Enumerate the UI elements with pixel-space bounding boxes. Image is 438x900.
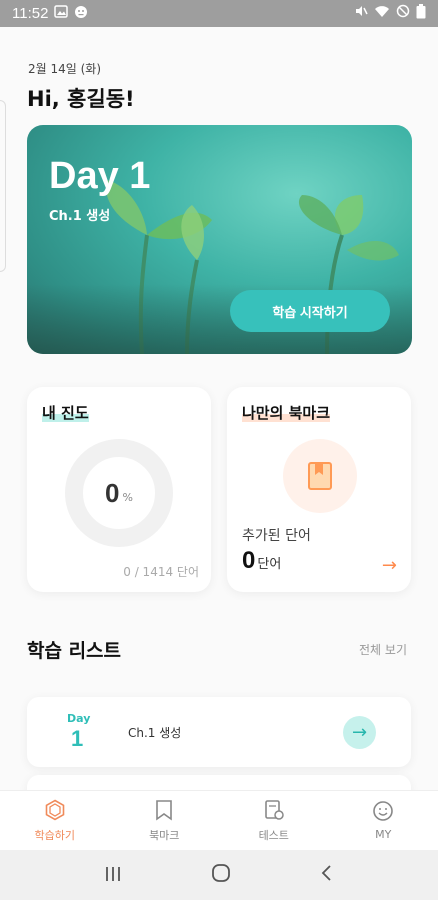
tab-test[interactable]: 테스트 [219,791,329,850]
study-list-title: 학습 리스트 [27,640,122,662]
my-bookmark-card[interactable]: 나만의 북마크 추가된 단어 0 단어 → [227,387,411,592]
status-time: 11:52 [12,5,49,22]
greeting-title: Hi, 홍길동! [27,87,135,111]
today-lesson-banner[interactable]: Day 1 Ch.1 생성 학습 시작하기 [27,125,412,354]
bottom-tab-bar: 학습하기 북마크 테스트 MY [0,790,438,850]
bookmark-count: 0 [242,547,256,574]
start-study-button[interactable]: 학습 시작하기 [230,290,390,332]
bookmark-icon [156,799,173,821]
smile-icon [373,801,394,821]
bookmark-count-unit: 단어 [257,557,282,572]
arrow-right-icon[interactable]: → [382,555,397,576]
bookmark-book-icon [283,439,357,513]
added-words-label: 추가된 단어 [242,528,311,544]
tab-my[interactable]: MY [329,791,438,850]
day-number: 1 [71,726,84,751]
study-hexagon-icon [45,799,65,820]
day-title: Day 1 [49,155,151,197]
chapter-label: Ch.1 생성 [49,209,111,224]
date-label: 2월 14일 (화) [28,62,102,76]
test-doc-icon [264,799,284,820]
dnd-icon [396,4,410,23]
mute-icon [354,4,368,23]
progress-card-title: 내 진도 [42,404,89,422]
tab-my-label: MY [375,828,392,841]
image-icon [54,5,69,22]
battery-icon [416,4,426,23]
bookmark-card-title: 나만의 북마크 [242,404,331,422]
tab-test-label: 테스트 [258,828,289,842]
tab-study-label: 학습하기 [34,828,75,842]
chapter-name: Ch.1 생성 [128,726,182,740]
progress-percent-unit: % [122,490,133,504]
progress-percent: 0 [105,477,120,508]
tab-bookmark-label: 북마크 [149,828,180,842]
list-item[interactable]: Day 1 Ch.1 생성 → [27,697,411,767]
alarm-icon [74,5,88,23]
day-label: Day [67,712,91,725]
wifi-icon [374,4,390,23]
view-all-link[interactable]: 전체 보기 [359,641,407,658]
back-icon[interactable] [320,863,334,887]
status-bar: 11:52 [0,0,438,27]
system-nav-bar [0,850,438,900]
tab-bookmark[interactable]: 북마크 [110,791,220,850]
recents-icon[interactable] [104,863,122,887]
home-icon[interactable] [211,863,231,888]
my-progress-card[interactable]: 내 진도 0 % 0 / 1414 단어 [27,387,211,592]
edge-panel-handle[interactable] [0,100,6,272]
arrow-right-icon[interactable]: → [343,716,376,749]
tab-study[interactable]: 학습하기 [0,791,110,850]
progress-word-count: 0 / 1414 단어 [123,565,199,579]
